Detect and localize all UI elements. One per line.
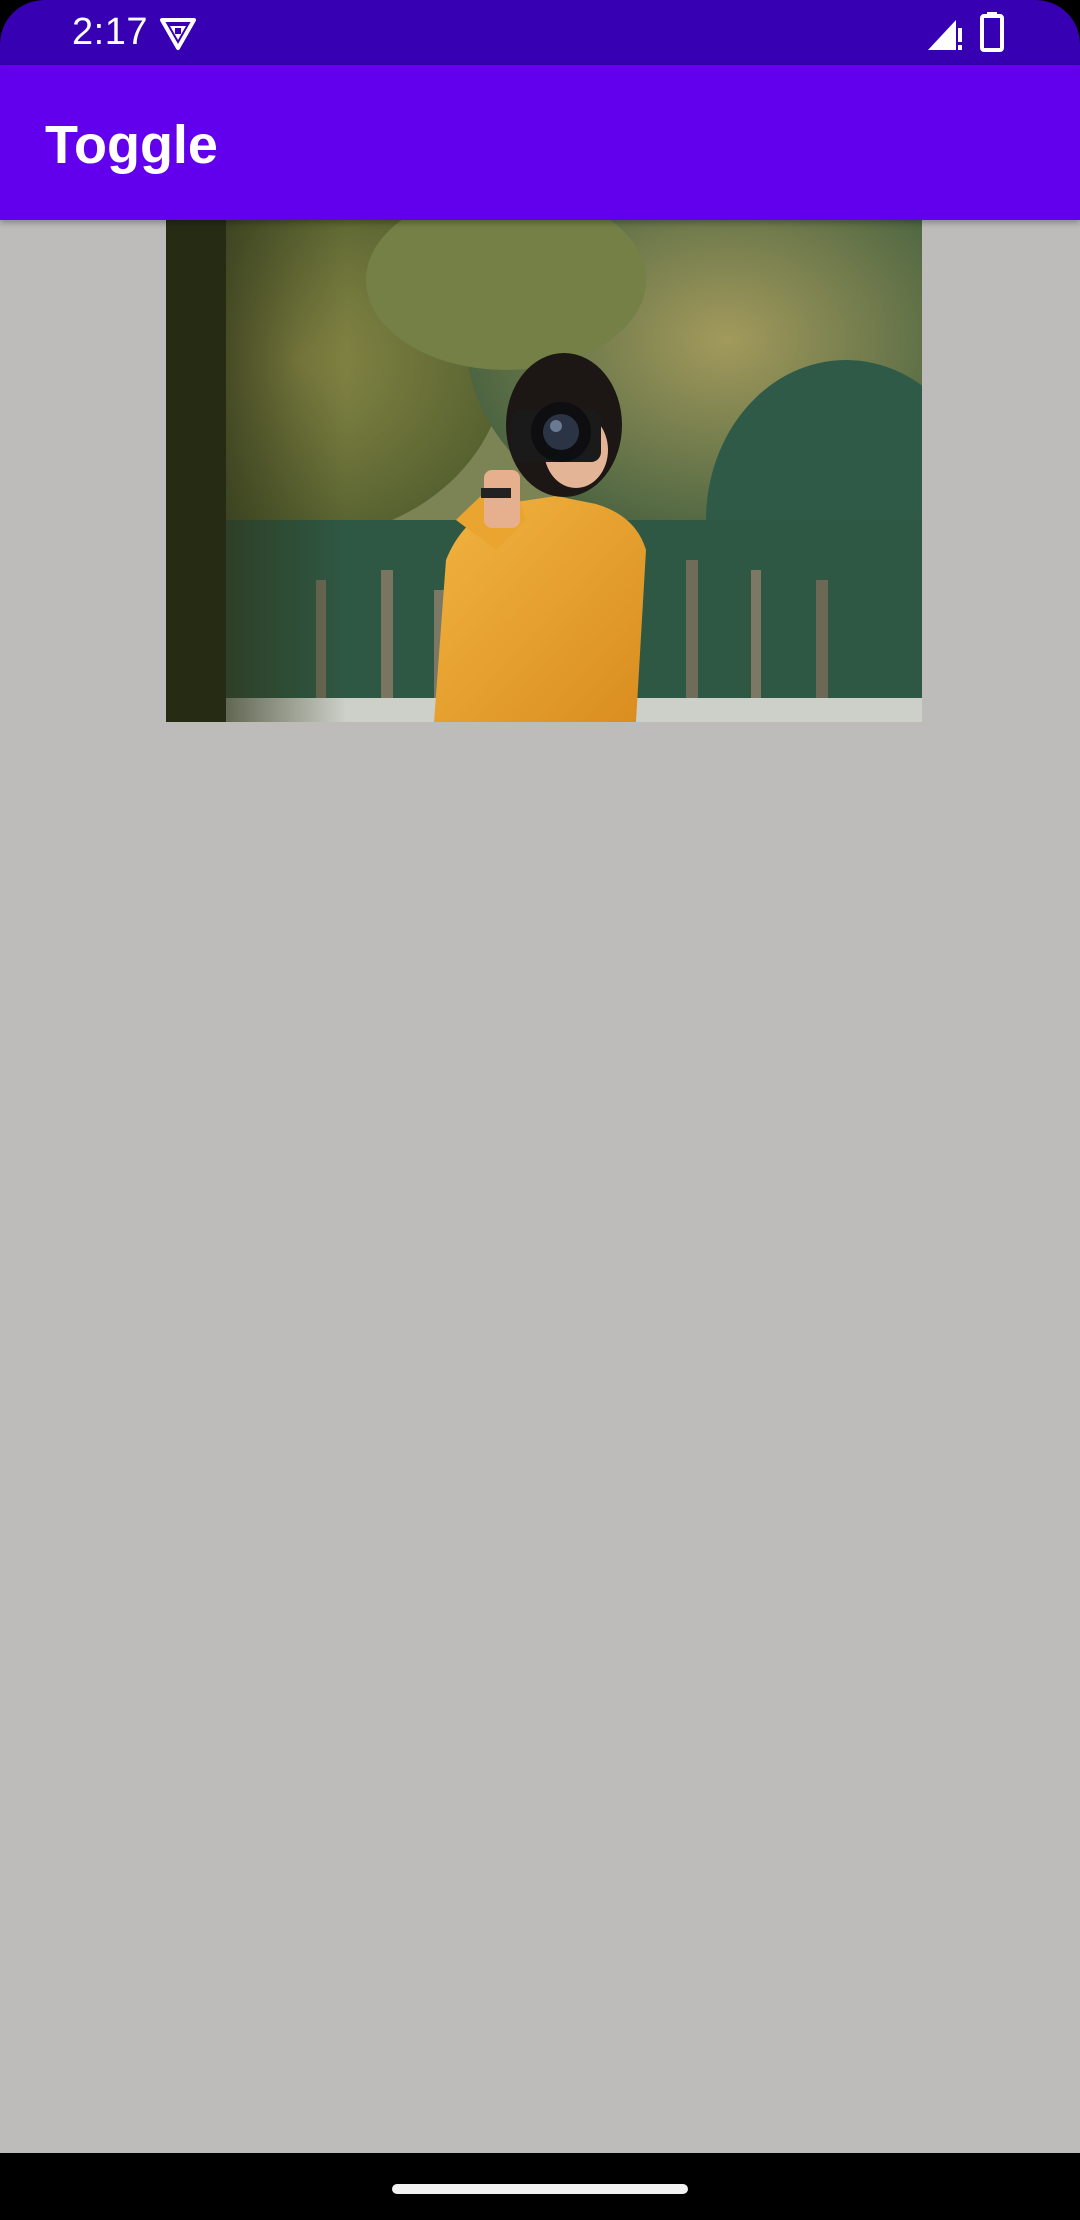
battery-icon xyxy=(980,12,1004,52)
app-bar: Toggle xyxy=(0,65,1080,220)
phone-screen: 2:17 Toggle xyxy=(0,0,1080,2220)
status-time: 2:17 xyxy=(72,11,148,53)
content-area xyxy=(0,220,1080,2153)
signal-no-data-icon xyxy=(926,16,964,52)
app-title: Toggle xyxy=(45,115,218,175)
photographer-image xyxy=(166,220,922,722)
home-handle[interactable] xyxy=(392,2184,688,2194)
vpn-key-icon xyxy=(158,14,198,54)
navigation-bar xyxy=(0,2153,1080,2220)
status-bar: 2:17 xyxy=(0,0,1080,65)
